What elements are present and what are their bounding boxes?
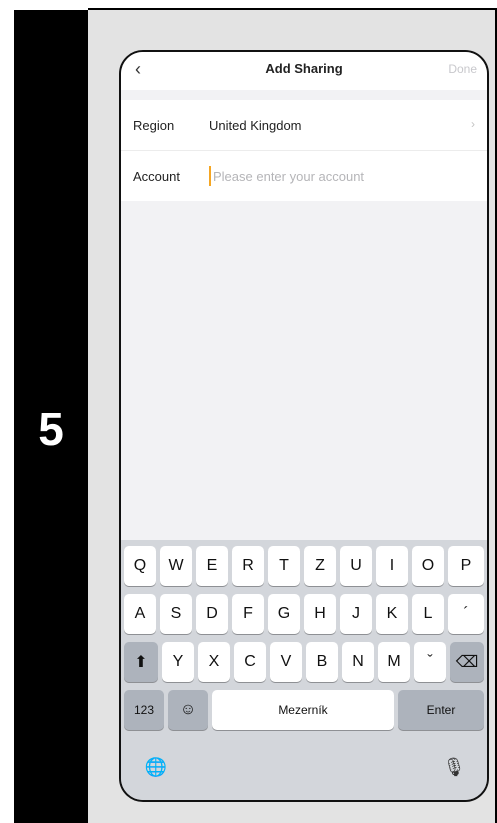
key-f[interactable]: F	[232, 594, 264, 634]
key-w[interactable]: W	[160, 546, 192, 586]
key-k[interactable]: K	[376, 594, 408, 634]
region-row[interactable]: Region United Kingdom ›	[121, 100, 487, 150]
key-acute[interactable]: ´	[448, 594, 484, 634]
key-row-4: 123 ☺ Mezerník Enter	[121, 690, 487, 730]
key-caron[interactable]: ˇ	[414, 642, 446, 682]
key-q[interactable]: Q	[124, 546, 156, 586]
enter-key[interactable]: Enter	[398, 690, 484, 730]
emoji-icon[interactable]: ☺	[168, 690, 208, 730]
key-c[interactable]: C	[234, 642, 266, 682]
shift-icon[interactable]: ⬆	[124, 642, 158, 682]
globe-icon[interactable]: 🌐	[145, 756, 167, 778]
key-row-2: A S D F G H J K L ´	[121, 594, 487, 634]
key-row-3: ⬆ Y X C V B N M ˇ ⌫	[121, 642, 487, 682]
key-l[interactable]: L	[412, 594, 444, 634]
key-x[interactable]: X	[198, 642, 230, 682]
microphone-icon[interactable]: 🎙	[443, 756, 466, 778]
key-o[interactable]: O	[412, 546, 444, 586]
page-title: Add Sharing	[265, 61, 343, 76]
key-d[interactable]: D	[196, 594, 228, 634]
region-label: Region	[133, 117, 175, 133]
nav-bar: ‹ Add Sharing Done	[121, 52, 487, 90]
key-u[interactable]: U	[340, 546, 372, 586]
keyboard: Q W E R T Z U I O P A S D F G H J K L ´ …	[121, 540, 487, 800]
key-row-1: Q W E R T Z U I O P	[121, 546, 487, 586]
key-j[interactable]: J	[340, 594, 372, 634]
key-e[interactable]: E	[196, 546, 228, 586]
key-z[interactable]: Z	[304, 546, 336, 586]
account-input[interactable]	[209, 166, 477, 186]
numbers-key[interactable]: 123	[124, 690, 164, 730]
space-key[interactable]: Mezerník	[212, 690, 394, 730]
key-r[interactable]: R	[232, 546, 264, 586]
account-row: Account	[121, 150, 487, 201]
chevron-right-icon: ›	[471, 117, 475, 131]
key-g[interactable]: G	[268, 594, 300, 634]
phone-screen: ‹ Add Sharing Done Region United Kingdom…	[119, 50, 489, 802]
sharing-form: Region United Kingdom › Account	[121, 100, 487, 201]
done-button[interactable]: Done	[448, 62, 477, 76]
key-p[interactable]: P	[448, 546, 484, 586]
key-m[interactable]: M	[378, 642, 410, 682]
key-i[interactable]: I	[376, 546, 408, 586]
key-y[interactable]: Y	[162, 642, 194, 682]
key-s[interactable]: S	[160, 594, 192, 634]
account-label: Account	[133, 168, 180, 184]
backspace-icon[interactable]: ⌫	[450, 642, 484, 682]
key-b[interactable]: B	[306, 642, 338, 682]
key-v[interactable]: V	[270, 642, 302, 682]
step-number: 5	[38, 403, 64, 455]
key-n[interactable]: N	[342, 642, 374, 682]
key-a[interactable]: A	[124, 594, 156, 634]
region-value: United Kingdom	[209, 117, 302, 133]
step-bar: 5	[14, 10, 88, 823]
key-h[interactable]: H	[304, 594, 336, 634]
key-t[interactable]: T	[268, 546, 300, 586]
